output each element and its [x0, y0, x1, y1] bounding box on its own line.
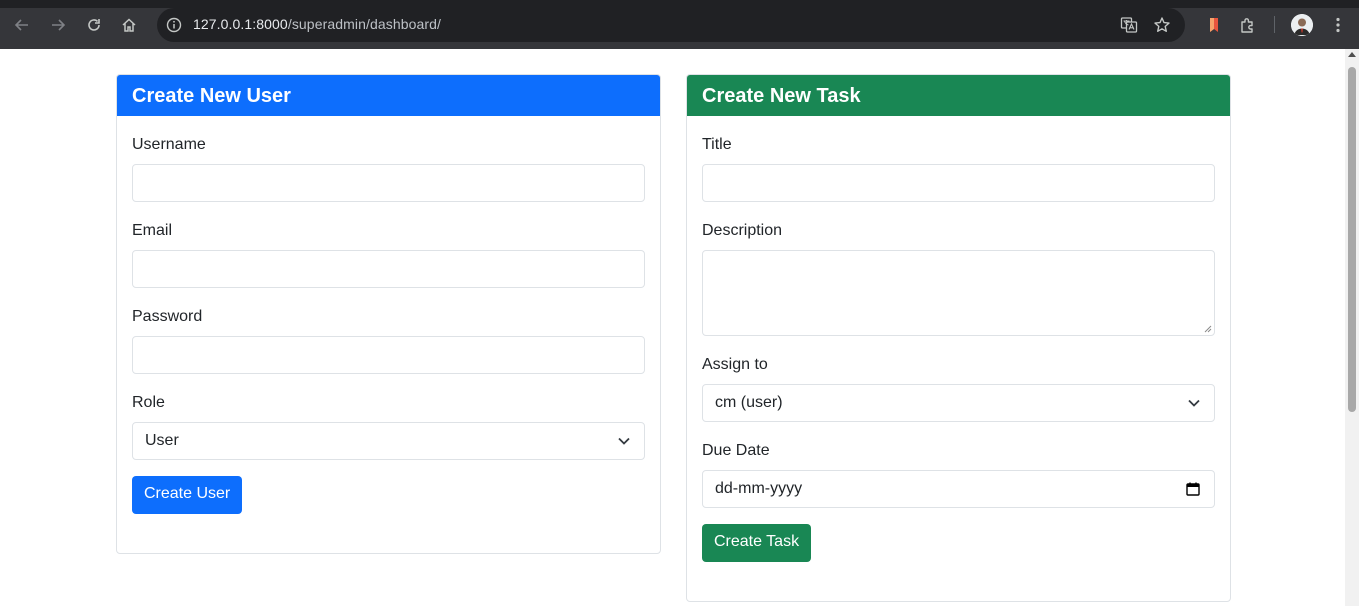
description-label: Description — [702, 222, 783, 239]
username-label: Username — [132, 136, 206, 153]
assign-to-select[interactable]: cm (user) — [702, 384, 1215, 422]
assign-to-value: cm (user) — [715, 394, 783, 411]
url-host: 127.0.0.1:8000 — [193, 16, 288, 32]
url-text[interactable]: 127.0.0.1:8000/superadmin/dashboard/ — [193, 16, 441, 32]
page-scrollbar[interactable] — [1345, 49, 1359, 606]
description-textarea[interactable] — [702, 250, 1215, 336]
profile-avatar[interactable] — [1291, 14, 1313, 36]
role-select[interactable]: User — [132, 422, 645, 460]
password-label: Password — [132, 308, 203, 325]
create-task-button[interactable]: Create Task — [702, 524, 812, 562]
title-label: Title — [702, 136, 732, 153]
translate-icon[interactable] — [1120, 16, 1138, 34]
username-input[interactable] — [132, 164, 645, 202]
chevron-down-icon — [618, 437, 630, 445]
role-select-value: User — [145, 432, 179, 449]
email-input[interactable] — [132, 250, 645, 288]
scroll-up-arrow-icon[interactable] — [1348, 52, 1356, 57]
chevron-down-icon — [1188, 399, 1200, 407]
bookmark-star-icon[interactable] — [1153, 16, 1171, 34]
title-input[interactable] — [702, 164, 1215, 202]
browser-toolbar: 127.0.0.1:8000/superadmin/dashboard/ — [0, 0, 1359, 49]
url-path: /superadmin/dashboard/ — [287, 16, 442, 32]
home-icon[interactable] — [118, 14, 140, 36]
due-date-placeholder: dd-mm-yyyy — [715, 480, 803, 497]
toolbar-divider — [1274, 16, 1275, 33]
create-user-title: Create New User — [117, 75, 660, 116]
forward-icon[interactable] — [47, 14, 69, 36]
create-task-card: Create New Task Title Description Assign… — [686, 74, 1231, 602]
create-user-button[interactable]: Create User — [132, 476, 243, 514]
scrollbar-thumb[interactable] — [1348, 67, 1356, 412]
site-info-icon[interactable] — [165, 16, 183, 34]
email-label: Email — [132, 222, 173, 239]
reload-icon[interactable] — [83, 14, 105, 36]
tab-strip — [0, 0, 1359, 8]
extension-bookmark-icon[interactable] — [1204, 15, 1224, 35]
due-date-label: Due Date — [702, 442, 770, 459]
browser-menu-icon[interactable] — [1328, 15, 1348, 35]
back-icon[interactable] — [11, 14, 33, 36]
extensions-puzzle-icon[interactable] — [1238, 15, 1258, 35]
due-date-input[interactable]: dd-mm-yyyy — [702, 470, 1215, 508]
address-bar[interactable]: 127.0.0.1:8000/superadmin/dashboard/ — [157, 8, 1185, 42]
create-task-title: Create New Task — [687, 75, 1230, 116]
calendar-icon[interactable] — [1186, 482, 1200, 496]
resize-handle-icon[interactable] — [1204, 325, 1212, 333]
assign-to-label: Assign to — [702, 356, 768, 373]
create-user-card: Create New User Username Email Password … — [116, 74, 661, 554]
role-label: Role — [132, 394, 165, 411]
password-input[interactable] — [132, 336, 645, 374]
